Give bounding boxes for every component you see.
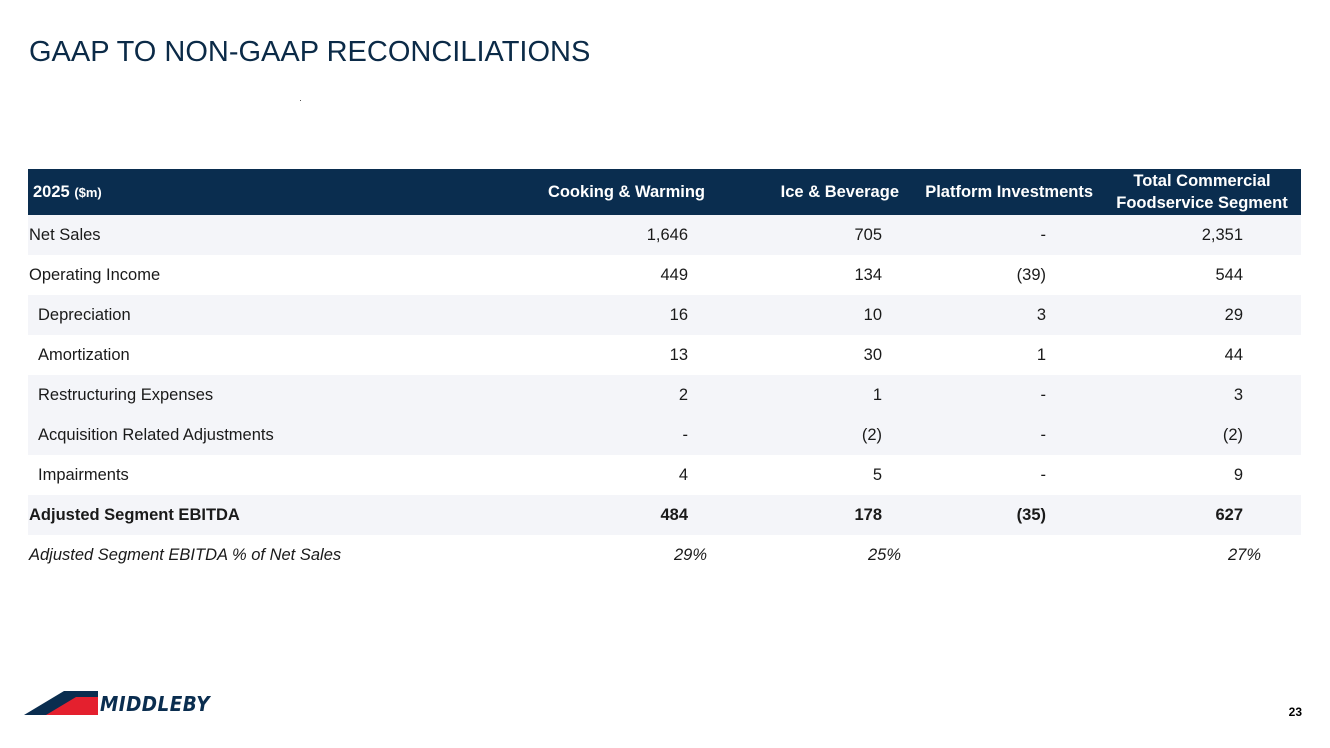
cell-ice-beverage: (2): [710, 415, 904, 455]
header-year-label: 2025: [33, 182, 70, 201]
table-row-restructuring-expenses: Restructuring Expenses 2 1 - 3: [28, 375, 1301, 415]
cell-total: 3: [1098, 375, 1301, 415]
cell-cooking-warming: 484: [514, 495, 710, 535]
row-label: Acquisition Related Adjustments: [28, 415, 514, 455]
table-row-adjusted-segment-ebitda: Adjusted Segment EBITDA 484 178 (35) 627: [28, 495, 1301, 535]
row-label: Net Sales: [28, 215, 514, 255]
cell-platform-investments: 3: [904, 295, 1098, 335]
cell-ice-beverage: 10: [710, 295, 904, 335]
row-label: Operating Income: [29, 265, 161, 284]
row-label: Depreciation: [28, 295, 514, 335]
row-label: Amortization: [38, 345, 130, 364]
cell-cooking-warming: 16: [514, 295, 710, 335]
header-platform-investments: Platform Investments: [904, 169, 1098, 215]
cell-total: (2): [1098, 415, 1301, 455]
header-unit: ($m): [74, 184, 102, 200]
cell-ice-beverage: 705: [710, 215, 904, 255]
cell-ice-beverage: 1: [710, 375, 904, 415]
cell-platform-investments: [904, 535, 1098, 575]
cell-total: 544: [1215, 265, 1243, 284]
cell-platform-investments: 1: [1036, 345, 1046, 364]
cell-platform-investments: -: [904, 215, 1098, 255]
cell-platform-investments: (39): [1016, 265, 1046, 284]
cell-cooking-warming: 2: [514, 375, 710, 415]
table-row-net-sales: Net Sales 1,646 705 - 2,351: [28, 215, 1301, 255]
header-total-line1: Total Commercial: [1133, 172, 1271, 190]
page-title: GAAP TO NON-GAAP RECONCILIATIONS: [29, 36, 591, 68]
cell-cooking-warming: 29%: [673, 545, 707, 564]
row-label: Adjusted Segment EBITDA % of Net Sales: [29, 545, 342, 564]
cell-cooking-warming: 13: [669, 345, 688, 364]
cell-total: 27%: [1227, 545, 1261, 564]
row-label: Impairments: [38, 465, 129, 484]
cell-cooking-warming: 4: [678, 465, 688, 484]
header-total-line2: Foodservice Segment: [1116, 194, 1288, 212]
table-row-impairments: Impairments 4 5 - 9: [28, 455, 1301, 495]
cell-total: 9: [1233, 465, 1243, 484]
reconciliation-table: 2025 ($m) Cooking & Warming Ice & Bevera…: [28, 169, 1301, 575]
header-year: 2025 ($m): [28, 169, 514, 215]
page-number: 23: [1288, 705, 1302, 719]
table-row-ebitda-margin: Adjusted Segment EBITDA % of Net Sales 2…: [28, 535, 1301, 575]
cell-total: 44: [1224, 345, 1243, 364]
header-cooking-warming: Cooking & Warming: [514, 169, 710, 215]
logo-wordmark: MIDDLEBY: [100, 692, 211, 716]
cell-ice-beverage: 134: [854, 265, 882, 284]
cell-ice-beverage: 5: [872, 465, 882, 484]
middleby-logo-icon: [24, 691, 98, 715]
cell-cooking-warming: 1,646: [514, 215, 710, 255]
table-row-acquisition-related-adjustments: Acquisition Related Adjustments - (2) - …: [28, 415, 1301, 455]
cell-total: 2,351: [1098, 215, 1301, 255]
cell-total: 627: [1098, 495, 1301, 535]
cell-platform-investments: -: [1040, 465, 1047, 484]
table-header-row: 2025 ($m) Cooking & Warming Ice & Bevera…: [28, 169, 1301, 215]
cell-platform-investments: (35): [904, 495, 1098, 535]
table-row-amortization: Amortization 13 30 1 44: [28, 335, 1301, 375]
cell-platform-investments: -: [904, 375, 1098, 415]
table-row-operating-income: Operating Income 449 134 (39) 544: [28, 255, 1301, 295]
table-row-depreciation: Depreciation 16 10 3 29: [28, 295, 1301, 335]
cell-ice-beverage: 178: [710, 495, 904, 535]
header-total-commercial-foodservice: Total Commercial Foodservice Segment: [1098, 169, 1301, 215]
header-ice-beverage: Ice & Beverage: [710, 169, 904, 215]
cell-platform-investments: -: [904, 415, 1098, 455]
row-label: Restructuring Expenses: [28, 375, 514, 415]
middleby-logo: MIDDLEBY: [24, 690, 220, 718]
cell-total: 29: [1098, 295, 1301, 335]
cell-ice-beverage: 30: [863, 345, 882, 364]
cell-cooking-warming: -: [514, 415, 710, 455]
decorative-dot: [300, 100, 301, 101]
row-label: Adjusted Segment EBITDA: [28, 495, 514, 535]
cell-ice-beverage: 25%: [867, 545, 901, 564]
cell-cooking-warming: 449: [660, 265, 688, 284]
